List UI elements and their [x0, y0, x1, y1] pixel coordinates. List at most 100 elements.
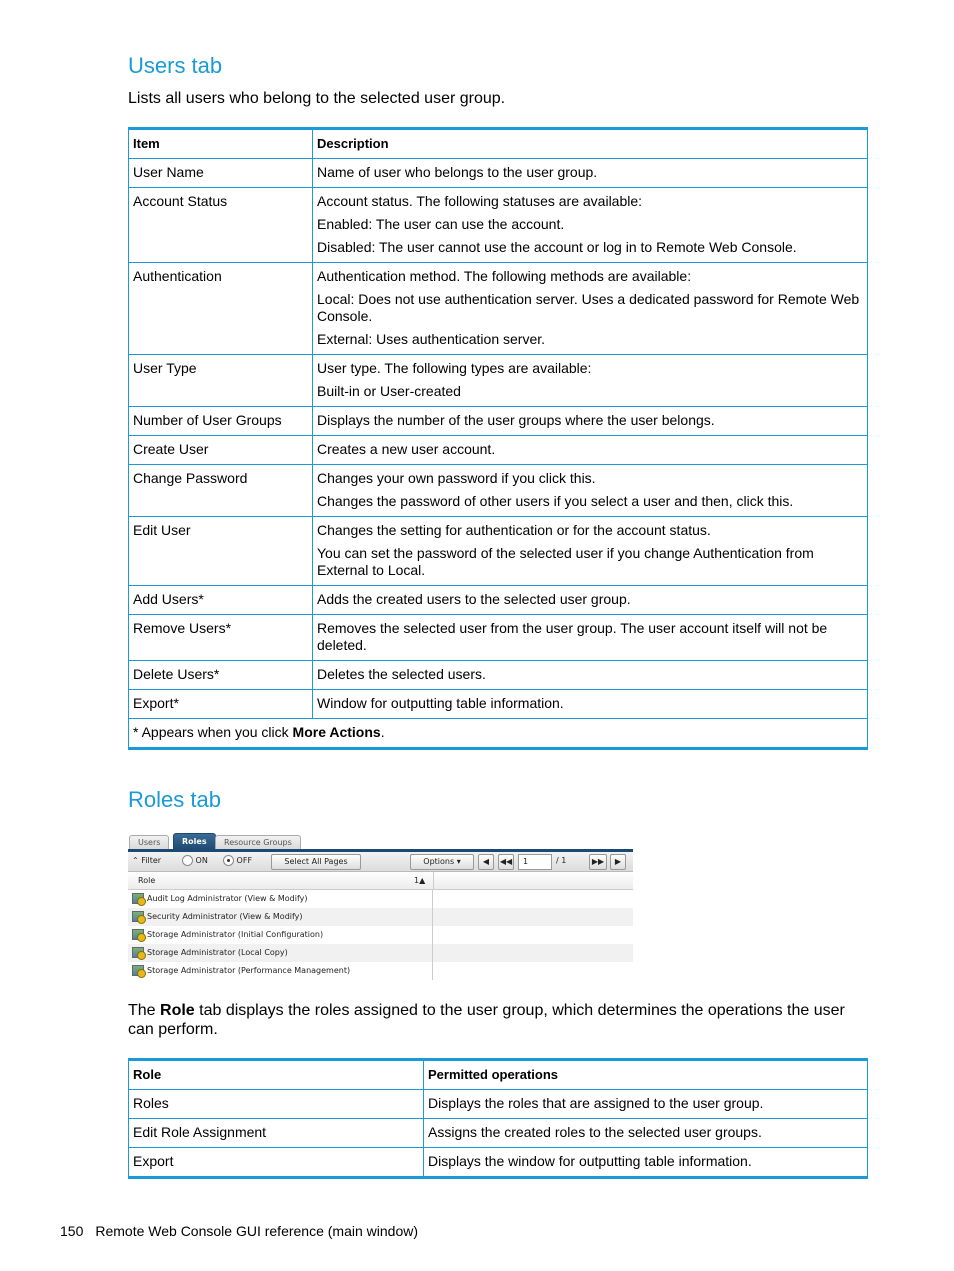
- roles-table-header: Role Permitted operations: [128, 1059, 868, 1090]
- description-line: Enabled: The user can use the account.: [317, 216, 565, 232]
- page-total: / 1: [556, 856, 567, 865]
- filter-on-radio[interactable]: ON: [182, 854, 208, 868]
- table-row: Export Displays the window for outputting…: [128, 1147, 868, 1178]
- grid-row[interactable]: Security Administrator (View & Modify): [128, 908, 633, 926]
- role-icon: [132, 965, 146, 978]
- description-cell: Authentication method. The following met…: [312, 262, 868, 355]
- description-cell: Changes the setting for authentication o…: [312, 516, 868, 586]
- grid-row[interactable]: Storage Administrator (Initial Configura…: [128, 926, 633, 944]
- role-name-cell: Storage Administrator (Performance Manag…: [128, 962, 433, 980]
- description-line: Built-in or User-created: [317, 383, 461, 399]
- users-tab-intro: Lists all users who belong to the select…: [128, 90, 506, 107]
- description-line: Account status. The following statuses a…: [317, 193, 643, 209]
- item-cell: Edit User: [128, 516, 313, 586]
- item-cell: Number of User Groups: [128, 406, 313, 436]
- header-role: Role: [128, 1059, 424, 1090]
- description-line: Local: Does not use authentication serve…: [317, 291, 860, 324]
- description-line: External: Uses authentication server.: [317, 331, 546, 347]
- role-name-cell: Security Administrator (View & Modify): [128, 908, 433, 926]
- footnote-bold: More Actions: [292, 724, 381, 740]
- role-cell: Roles: [128, 1089, 424, 1119]
- table-row: Number of User Groups Displays the number…: [128, 406, 868, 436]
- prev-page-icon: ◀◀: [499, 857, 513, 866]
- grid-row[interactable]: Audit Log Administrator (View & Modify): [128, 890, 633, 908]
- role-icon: [132, 947, 146, 960]
- screenshot-toolbar: ⌃ Filter ON OFF Select All Pages Options…: [128, 852, 633, 872]
- tab-users[interactable]: Users: [129, 835, 170, 850]
- table-row: Remove Users* Removes the selected user f…: [128, 614, 868, 661]
- grid-header: Role 1▲: [128, 872, 633, 890]
- operation-cell: Displays the window for outputting table…: [423, 1147, 868, 1178]
- grid-row[interactable]: Storage Administrator (Local Copy): [128, 944, 633, 962]
- desc-bold: Role: [160, 1002, 195, 1019]
- radio-selected-icon: [223, 855, 234, 866]
- description-line: Disabled: The user cannot use the accoun…: [317, 239, 797, 255]
- page-footer: 150 Remote Web Console GUI reference (mai…: [60, 1223, 430, 1239]
- footnote-suffix: .: [380, 724, 385, 740]
- item-cell: Change Password: [128, 464, 313, 517]
- role-name: Audit Log Administrator (View & Modify): [147, 894, 308, 903]
- grid-row[interactable]: Storage Administrator (Performance Manag…: [128, 962, 633, 980]
- description-line: Authentication method. The following met…: [317, 268, 692, 284]
- screenshot-tab-bar: Users Roles Resource Groups: [128, 833, 633, 852]
- description-line: User type. The following types are avail…: [317, 360, 592, 376]
- roles-tab-heading: Roles tab: [128, 787, 221, 812]
- table-row: Export* Window for outputting table infor…: [128, 689, 868, 719]
- item-cell: Authentication: [128, 262, 313, 355]
- role-icon: [132, 911, 146, 924]
- column-header-role[interactable]: Role: [138, 876, 155, 885]
- header-permitted-operations: Permitted operations: [423, 1059, 868, 1090]
- description-line: You can set the password of the selected…: [317, 545, 814, 578]
- table-row: Edit User Changes the setting for authent…: [128, 516, 868, 586]
- table-row: Account Status Account status. The follow…: [128, 187, 868, 263]
- roles-grid: Role 1▲ Audit Log Administrator (View & …: [128, 872, 633, 980]
- description-cell: Name of user who belongs to the user gro…: [312, 158, 868, 188]
- roles-tab-screenshot: Users Roles Resource Groups ⌃ Filter ON …: [128, 833, 633, 980]
- description-line: Changes the setting for authentication o…: [317, 522, 711, 538]
- footnote-text: * Appears when you click: [133, 724, 293, 740]
- footer-title: Remote Web Console GUI reference (main w…: [95, 1223, 419, 1239]
- table-row: Add Users* Adds the created users to the …: [128, 585, 868, 615]
- page-input[interactable]: 1: [518, 854, 552, 870]
- radio-icon: [182, 855, 193, 866]
- description-cell: Adds the created users to the selected u…: [312, 585, 868, 615]
- item-cell: User Name: [128, 158, 313, 188]
- filter-toggle[interactable]: ⌃ Filter: [132, 854, 161, 868]
- description-cell: Changes your own password if you click t…: [312, 464, 868, 517]
- last-page-button[interactable]: ▶: [610, 854, 626, 870]
- description-cell: Creates a new user account.: [312, 435, 868, 465]
- role-icon: [132, 893, 146, 906]
- next-page-icon: ▶▶: [591, 857, 605, 866]
- prev-page-button[interactable]: ◀◀: [498, 854, 514, 870]
- options-dropdown[interactable]: Options ▾: [410, 854, 474, 870]
- description-line: Adds the created users to the selected u…: [317, 591, 631, 607]
- table-row: User Type User type. The following types …: [128, 354, 868, 407]
- filter-off-radio[interactable]: OFF: [223, 854, 252, 868]
- role-icon: [132, 929, 146, 942]
- header-item: Item: [128, 128, 313, 159]
- users-table: Item Description User Name Name of user w…: [128, 127, 868, 750]
- next-page-button[interactable]: ▶▶: [589, 854, 607, 870]
- description-line: Deletes the selected users.: [317, 666, 486, 682]
- tab-roles[interactable]: Roles: [173, 833, 216, 850]
- role-name-cell: Storage Administrator (Initial Configura…: [128, 926, 433, 944]
- header-description: Description: [312, 128, 868, 159]
- role-cell: Export: [128, 1147, 424, 1178]
- description-cell: Account status. The following statuses a…: [312, 187, 868, 263]
- desc-suffix: tab displays the roles assigned to the u…: [128, 1002, 845, 1038]
- table-row: Create User Creates a new user account.: [128, 435, 868, 465]
- description-cell: Displays the number of the user groups w…: [312, 406, 868, 436]
- first-page-button[interactable]: ◀: [478, 854, 494, 870]
- sort-indicator[interactable]: 1▲: [414, 876, 425, 885]
- users-tab-heading: Users tab: [128, 53, 223, 78]
- tab-resource-groups[interactable]: Resource Groups: [215, 835, 301, 850]
- item-cell: Export*: [128, 689, 313, 719]
- description-line: Changes the password of other users if y…: [317, 493, 794, 509]
- filter-label: Filter: [141, 856, 162, 865]
- table-row: Change Password Changes your own password…: [128, 464, 868, 517]
- off-label: OFF: [236, 856, 253, 865]
- item-cell: Remove Users*: [128, 614, 313, 661]
- item-cell: Create User: [128, 435, 313, 465]
- select-all-pages-button[interactable]: Select All Pages: [271, 854, 361, 870]
- table-row: Authentication Authentication method. The…: [128, 262, 868, 355]
